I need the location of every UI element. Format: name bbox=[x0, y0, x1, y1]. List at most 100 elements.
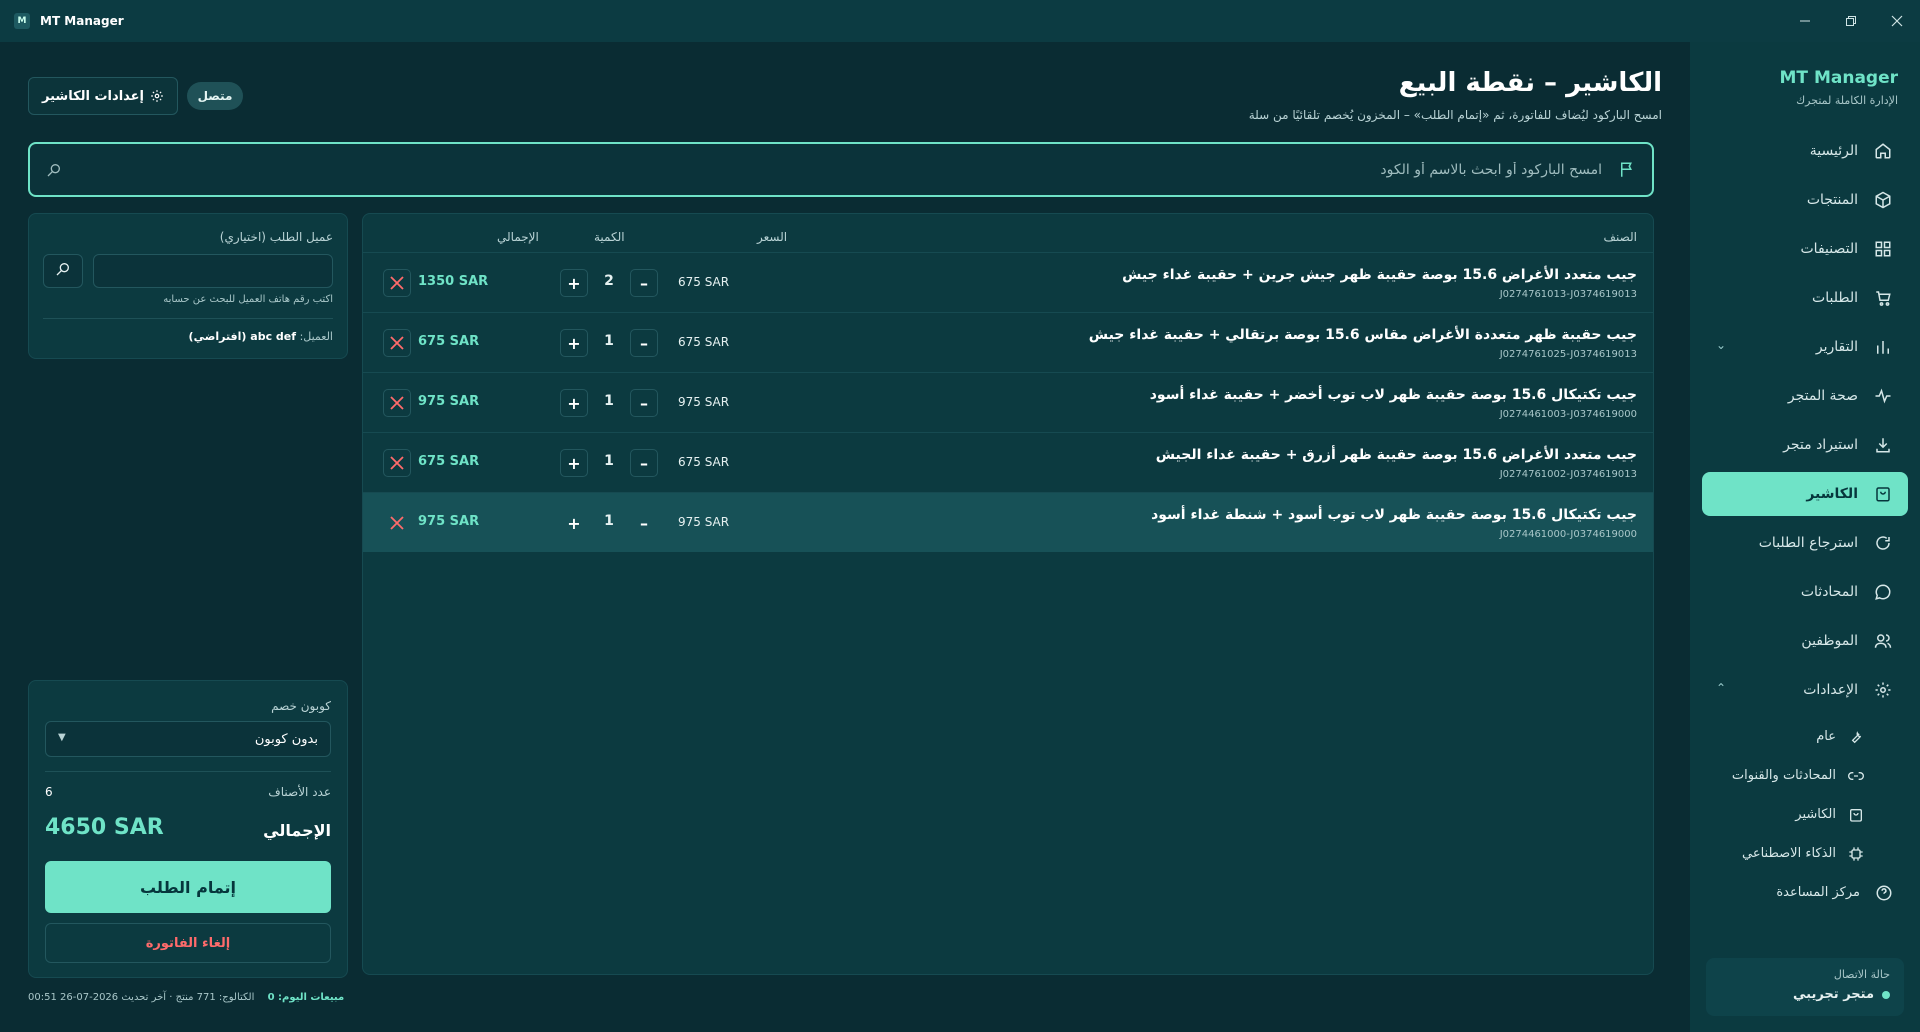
sidebar-item-label: استرجاع الطلبات bbox=[1758, 535, 1858, 551]
remove-item-icon[interactable] bbox=[383, 269, 411, 297]
cancel-invoice-button[interactable]: إلغاء الفاتورة bbox=[45, 923, 331, 963]
cashier-settings-button[interactable]: إعدادات الكاشير bbox=[28, 77, 178, 115]
help-icon bbox=[1874, 883, 1894, 903]
status-badge: متصل bbox=[187, 82, 243, 110]
search-icon[interactable] bbox=[46, 162, 62, 178]
sidebar-item-categories[interactable]: التصنيفات bbox=[1702, 227, 1908, 271]
product-sku: J0274761025-J0374619013 bbox=[1499, 349, 1637, 360]
sidebar-item-home[interactable]: الرئيسية bbox=[1702, 129, 1908, 173]
column-header-qty: الكمية bbox=[594, 230, 625, 244]
grid-icon bbox=[1872, 238, 1894, 260]
cart-row: جيب متعدد الأغراض 15.6 بوصة حقيبة ظهر جي… bbox=[363, 252, 1653, 312]
sidebar-item-label: صحة المتجر bbox=[1787, 388, 1858, 404]
window-title: MT Manager bbox=[40, 14, 124, 28]
sidebar-subitem-general[interactable]: عام bbox=[1702, 717, 1908, 756]
sidebar-subitem-cashier[interactable]: الكاشير bbox=[1702, 795, 1908, 834]
product-name: جيب تكتيكال 15.6 بوصة حقيبة ظهر لاب توب … bbox=[1149, 387, 1637, 403]
minimize-icon[interactable] bbox=[1782, 0, 1828, 42]
column-header-price: السعر bbox=[757, 230, 788, 244]
decrease-qty-button[interactable]: – bbox=[630, 329, 658, 357]
users-icon bbox=[1872, 630, 1894, 652]
decrease-qty-button[interactable]: – bbox=[630, 269, 658, 297]
connection-store-name: متجر تجريبي bbox=[1792, 987, 1874, 1002]
quantity-value: 1 bbox=[604, 333, 614, 349]
search-icon bbox=[55, 261, 71, 281]
link-icon bbox=[1846, 766, 1866, 786]
customer-line: العميل: abc def (افتراضي) bbox=[189, 330, 333, 343]
product-price: 675 SAR bbox=[678, 335, 730, 349]
connection-store: متجر تجريبي bbox=[1720, 987, 1890, 1002]
totals-panel: كوبون خصم بدون كوبون ▼ عدد الأصناف 6 الإ… bbox=[28, 680, 348, 978]
quantity-value: 2 bbox=[604, 273, 614, 289]
quantity-value: 1 bbox=[604, 453, 614, 469]
close-icon[interactable] bbox=[1874, 0, 1920, 42]
restore-icon[interactable] bbox=[1828, 0, 1874, 42]
chevron-down-icon[interactable]: ⌄ bbox=[1716, 338, 1726, 352]
product-sku: J0274461000-J0374619000 bbox=[1499, 529, 1637, 540]
app-logo-icon: M bbox=[14, 13, 30, 29]
column-header-total: الإجمالي bbox=[497, 230, 539, 244]
wrench-icon bbox=[1846, 727, 1866, 747]
sidebar-item-settings[interactable]: الإعدادات ⌃ bbox=[1702, 668, 1908, 712]
column-header-item: الصنف bbox=[1603, 230, 1637, 244]
bag-icon bbox=[1846, 805, 1866, 825]
product-sku: J0274461003-J0374619000 bbox=[1499, 409, 1637, 420]
coupon-select[interactable]: بدون كوبون ▼ bbox=[45, 721, 331, 757]
customer-search-button[interactable] bbox=[43, 254, 83, 288]
customer-panel: عميل الطلب (اختياري) اكتب رقم هاتف العمي… bbox=[28, 213, 348, 359]
cart-row: جيب حقيبة ظهر متعددة الأغراض مقاس 15.6 ب… bbox=[363, 312, 1653, 372]
sidebar-item-orders[interactable]: الطلبات bbox=[1702, 276, 1908, 320]
cart-row: جيب تكتيكال 15.6 بوصة حقيبة ظهر لاب توب … bbox=[363, 372, 1653, 432]
increase-qty-button[interactable]: + bbox=[560, 329, 588, 357]
decrease-qty-button[interactable]: – bbox=[630, 449, 658, 477]
barcode-search-input[interactable] bbox=[62, 144, 1618, 195]
chevron-up-icon[interactable]: ⌃ bbox=[1716, 681, 1726, 695]
cart-header: الصنف السعر الكمية الإجمالي bbox=[363, 214, 1653, 252]
quantity-value: 1 bbox=[604, 513, 614, 529]
page-title: الكاشير – نقطة البيع bbox=[1398, 68, 1662, 98]
cart-panel: الصنف السعر الكمية الإجمالي جيب متعدد ال… bbox=[362, 213, 1654, 975]
pulse-icon bbox=[1872, 385, 1894, 407]
increase-qty-button[interactable]: + bbox=[560, 449, 588, 477]
sidebar-item-label: الطلبات bbox=[1812, 290, 1858, 306]
status-dot-icon bbox=[1882, 990, 1890, 999]
coupon-label: كوبون خصم bbox=[271, 699, 331, 713]
home-icon bbox=[1872, 140, 1894, 162]
decrease-qty-button[interactable]: – bbox=[630, 509, 658, 537]
sidebar-item-chats[interactable]: المحادثات bbox=[1702, 570, 1908, 614]
sidebar-item-cashier[interactable]: الكاشير bbox=[1702, 472, 1908, 516]
sidebar-item-employees[interactable]: الموظفين bbox=[1702, 619, 1908, 663]
product-name: جيب تكتيكال 15.6 بوصة حقيبة ظهر لاب توب … bbox=[1151, 507, 1637, 523]
increase-qty-button[interactable]: + bbox=[560, 389, 588, 417]
sidebar-item-label: التقارير bbox=[1815, 339, 1858, 355]
sidebar-item-products[interactable]: المنتجات bbox=[1702, 178, 1908, 222]
sidebar-subitem-channels[interactable]: المحادثات والقنوات bbox=[1702, 756, 1908, 795]
increase-qty-button[interactable]: + bbox=[560, 269, 588, 297]
sidebar-item-store-health[interactable]: صحة المتجر bbox=[1702, 374, 1908, 418]
sidebar-item-import-store[interactable]: استيراد متجر bbox=[1702, 423, 1908, 467]
decrease-qty-button[interactable]: – bbox=[630, 389, 658, 417]
sidebar-item-label: المحادثات bbox=[1800, 584, 1858, 600]
customer-phone-input[interactable] bbox=[93, 254, 333, 288]
grand-total-value: 4650 SAR bbox=[45, 815, 164, 840]
increase-qty-button[interactable]: + bbox=[560, 509, 588, 537]
sidebar-item-reports[interactable]: التقارير ⌄ bbox=[1702, 325, 1908, 369]
connection-label: حالة الاتصال bbox=[1833, 968, 1890, 981]
remove-item-icon[interactable] bbox=[383, 389, 411, 417]
checkout-button[interactable]: إتمام الطلب bbox=[45, 861, 331, 913]
customer-label: العميل: bbox=[299, 330, 333, 343]
sidebar-item-label: التصنيفات bbox=[1800, 241, 1859, 257]
sidebar-subitem-ai[interactable]: الذكاء الاصطناعي bbox=[1702, 834, 1908, 873]
remove-item-icon[interactable] bbox=[383, 329, 411, 357]
download-icon bbox=[1872, 434, 1894, 456]
sidebar-item-returns[interactable]: استرجاع الطلبات bbox=[1702, 521, 1908, 565]
line-total: 975 SAR bbox=[418, 514, 480, 529]
sidebar-item-help-center[interactable]: مركز المساعدة bbox=[1702, 873, 1908, 912]
cart-row: جيب تكتيكال 15.6 بوصة حقيبة ظهر لاب توب … bbox=[363, 492, 1653, 552]
window-controls bbox=[1782, 0, 1920, 42]
cashier-settings-label: إعدادات الكاشير bbox=[42, 88, 144, 104]
sidebar-nav: الرئيسية المنتجات التصنيفات الطلبات التق… bbox=[1690, 129, 1920, 912]
remove-item-icon[interactable] bbox=[383, 449, 411, 477]
product-sku: J0274761002-J0374619013 bbox=[1499, 469, 1637, 480]
remove-item-icon[interactable] bbox=[383, 509, 411, 537]
